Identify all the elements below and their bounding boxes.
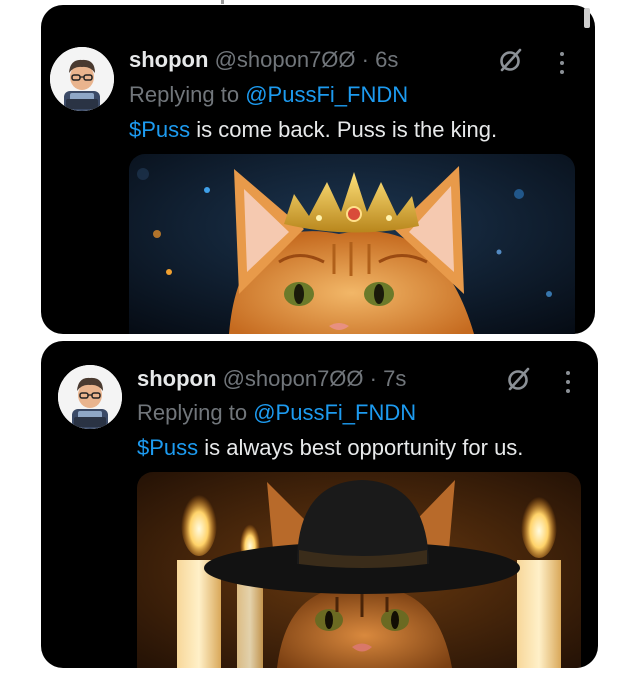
more-vertical-icon[interactable]: [565, 370, 571, 394]
author-name[interactable]: shopon: [137, 366, 216, 391]
tweet-card[interactable]: shopon @shopon7ØØ · 6s Replying to @Puss…: [41, 5, 595, 334]
tweet-body-text: is come back. Puss is the king.: [190, 117, 498, 142]
tweet-time[interactable]: 6s: [375, 47, 398, 72]
crowned-cat-image: [129, 154, 575, 334]
reply-mention-link[interactable]: @PussFi_FNDN: [245, 82, 408, 107]
tweet-media-image[interactable]: [137, 472, 581, 668]
author-name[interactable]: shopon: [129, 47, 208, 72]
author-handle[interactable]: @shopon7ØØ: [223, 366, 364, 391]
tweet-time[interactable]: 7s: [383, 366, 406, 391]
scrollbar-thumb[interactable]: [584, 8, 590, 28]
avatar-cartoon-icon: [58, 365, 122, 429]
replying-prefix: Replying to: [137, 400, 248, 425]
hat-cat-candles-image: [137, 472, 581, 668]
tweet-header: shopon @shopon7ØØ · 6s: [129, 47, 398, 73]
tweet-text: $Puss is always best opportunity for us.: [137, 435, 523, 461]
tweet-card[interactable]: shopon @shopon7ØØ · 7s Replying to @Puss…: [41, 341, 598, 668]
replying-prefix: Replying to: [129, 82, 240, 107]
replying-to-line: Replying to @PussFi_FNDN: [129, 82, 408, 108]
cashtag-link[interactable]: $Puss: [129, 117, 190, 142]
tweet-header: shopon @shopon7ØØ · 7s: [137, 366, 406, 392]
tweet-text: $Puss is come back. Puss is the king.: [129, 117, 497, 143]
grok-slash-circle-icon[interactable]: [506, 366, 532, 392]
cashtag-link[interactable]: $Puss: [137, 435, 198, 460]
reply-mention-link[interactable]: @PussFi_FNDN: [253, 400, 416, 425]
header-separator: ·: [361, 47, 369, 72]
more-vertical-icon[interactable]: [559, 51, 565, 75]
avatar[interactable]: [58, 365, 122, 429]
avatar-cartoon-icon: [50, 47, 114, 111]
tweet-media-image[interactable]: [129, 154, 575, 334]
avatar[interactable]: [50, 47, 114, 111]
page-top-mark: [221, 0, 224, 4]
author-handle[interactable]: @shopon7ØØ: [215, 47, 356, 72]
grok-slash-circle-icon[interactable]: [498, 47, 524, 73]
tweet-body-text: is always best opportunity for us.: [198, 435, 524, 460]
replying-to-line: Replying to @PussFi_FNDN: [137, 400, 416, 426]
header-separator: ·: [369, 366, 377, 391]
